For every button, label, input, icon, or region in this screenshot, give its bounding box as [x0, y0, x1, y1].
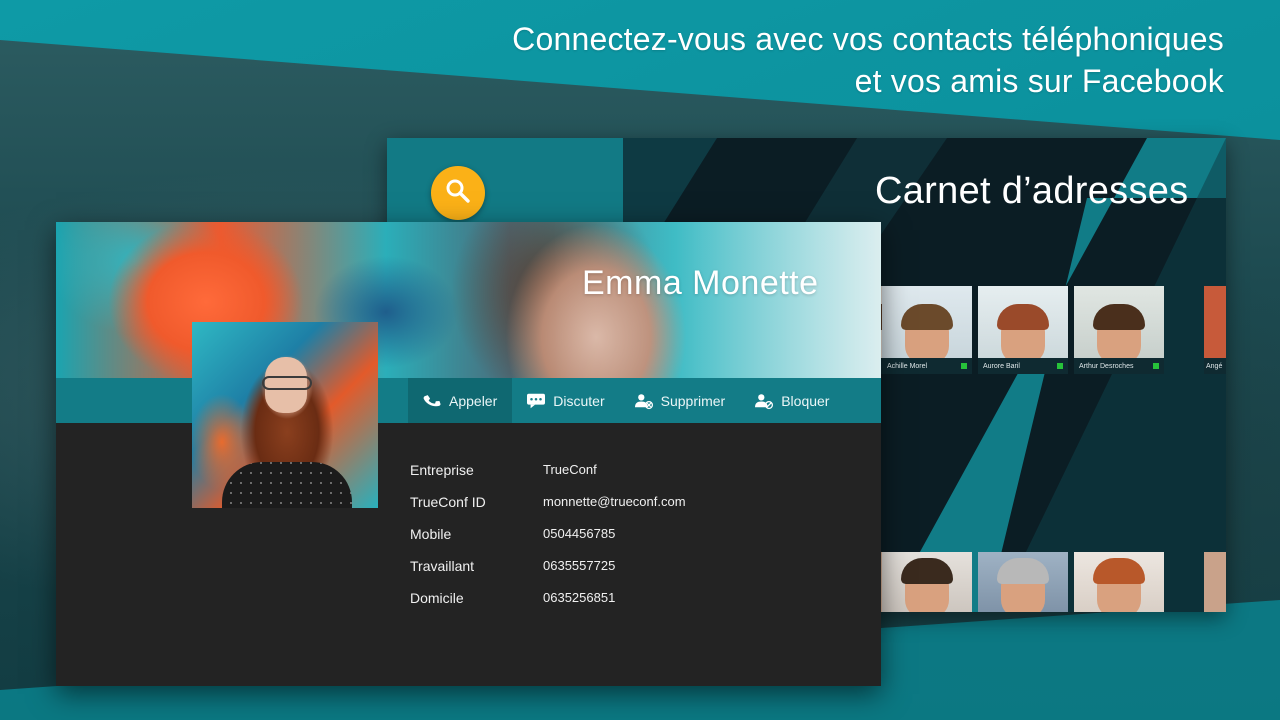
field-value-mobile: 0504456785	[543, 526, 616, 541]
chat-button[interactable]: Discuter	[512, 378, 619, 423]
contacts-row-bottom	[882, 552, 1164, 612]
delete-contact-button-label: Supprimer	[660, 392, 726, 409]
call-button[interactable]: Appeler	[408, 378, 513, 423]
remove-user-icon	[634, 392, 653, 410]
contact-avatar	[192, 322, 378, 508]
chat-button-label: Discuter	[553, 392, 605, 409]
delete-contact-button[interactable]: Supprimer	[620, 378, 741, 423]
field-value-company: TrueConf	[543, 462, 597, 477]
field-value-home-phone: 0635256851	[543, 590, 616, 605]
chat-icon	[527, 392, 546, 410]
status-indicator	[1057, 363, 1063, 369]
contact-fields: Entreprise TrueConf TrueConf ID monnette…	[410, 461, 686, 607]
contact-card[interactable]: Arthur Desroches	[1074, 286, 1164, 374]
field-label-company: Entreprise	[410, 462, 474, 478]
block-user-icon	[755, 392, 774, 410]
status-indicator	[1153, 363, 1159, 369]
headline-line-2: et vos amis sur Facebook	[854, 63, 1224, 99]
promo-headline: Connectez-vous avec vos contacts télépho…	[512, 18, 1224, 102]
status-indicator	[961, 363, 967, 369]
headline-line-1: Connectez-vous avec vos contacts télépho…	[512, 21, 1224, 57]
contact-name: Achille Morel	[887, 362, 928, 370]
contact-card[interactable]	[882, 552, 972, 612]
contact-card-partial-right-bottom[interactable]	[1204, 552, 1226, 612]
contact-name: Aurore Baril	[983, 362, 1020, 370]
contact-card-partial-right[interactable]: Angé	[1204, 286, 1226, 374]
block-contact-button[interactable]: Bloquer	[740, 378, 844, 423]
field-label-mobile: Mobile	[410, 526, 452, 542]
address-book-title: Carnet d’adresses	[875, 170, 1189, 212]
block-contact-button-label: Bloquer	[781, 392, 830, 409]
search-icon	[445, 178, 471, 209]
contact-card[interactable]	[978, 552, 1068, 612]
phone-icon	[423, 392, 441, 410]
contact-card[interactable]: Achille Morel	[882, 286, 972, 374]
contact-detail-panel: Emma Monette Appeler Discuter Supprimer …	[56, 222, 881, 686]
contact-name: Angé	[1206, 362, 1223, 370]
contact-card[interactable]	[1074, 552, 1164, 612]
field-value-work-phone: 0635557725	[543, 558, 616, 573]
search-button[interactable]	[431, 166, 485, 220]
field-label-work-phone: Travaillant	[410, 558, 475, 574]
call-button-label: Appeler	[449, 392, 498, 409]
contact-name-title: Emma Monette	[582, 264, 819, 302]
contact-name: Arthur Desroches	[1079, 362, 1134, 370]
contact-card[interactable]: Aurore Baril	[978, 286, 1068, 374]
field-label-home-phone: Domicile	[410, 590, 464, 606]
contact-action-bar: Appeler Discuter Supprimer Bloquer	[56, 378, 881, 423]
contacts-row-top: Achille Morel Aurore Baril Arthur Desroc…	[882, 286, 1164, 374]
field-label-trueconf-id: TrueConf ID	[410, 494, 486, 510]
field-value-trueconf-id: monnette@trueconf.com	[543, 494, 686, 509]
